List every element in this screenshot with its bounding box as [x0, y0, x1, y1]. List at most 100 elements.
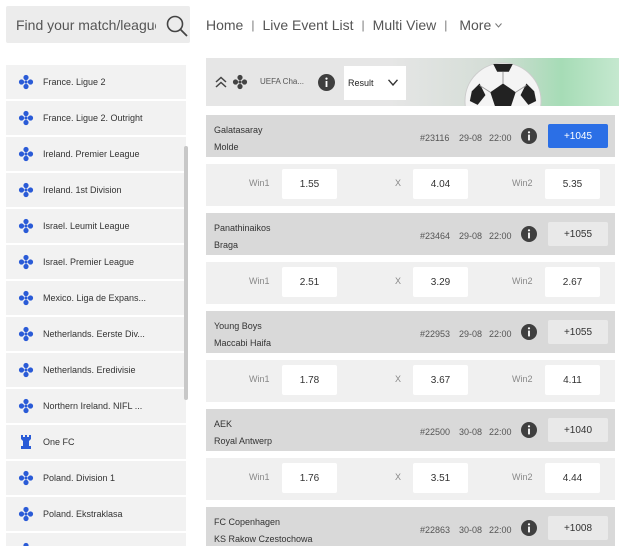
odd-win1-button[interactable]: 1.76 [282, 463, 337, 493]
odd-win2-button[interactable]: 2.67 [545, 267, 600, 297]
sidebar-item-label: Ireland. 1st Division [43, 185, 122, 195]
odds-row: Win1 1.55 X 4.04 Win2 5.35 [206, 164, 615, 206]
soccer-ball-icon [18, 398, 34, 414]
soccer-ball-icon [18, 506, 34, 522]
win2-label: Win2 [512, 178, 533, 188]
odd-draw-button[interactable]: 3.67 [413, 365, 468, 395]
soccer-ball-icon [18, 254, 34, 270]
more-markets-button[interactable]: +1040 [548, 418, 608, 442]
match-id: #23116 [420, 133, 450, 143]
win1-label: Win1 [249, 374, 270, 384]
match-header[interactable]: Galatasaray Molde #23116 29-08 22:00 +1045 [206, 115, 615, 157]
sidebar-item[interactable]: Mexico. Liga de Expans... [6, 281, 186, 315]
team-away: Maccabi Haifa [214, 338, 272, 348]
match-header[interactable]: FC Copenhagen KS Rakow Czestochowa #22863 3… [206, 507, 615, 546]
soccer-ball-icon [18, 362, 34, 378]
sidebar-item[interactable]: Ireland. 1st Division [6, 173, 186, 207]
win1-label: Win1 [249, 276, 270, 286]
info-icon[interactable] [521, 422, 537, 438]
sidebar-scrollbar[interactable] [184, 146, 188, 400]
soccer-ball-icon [18, 110, 34, 126]
sidebar-item[interactable]: Israel. Premier League [6, 245, 186, 279]
odd-draw-button[interactable]: 3.29 [413, 267, 468, 297]
win1-label: Win1 [249, 472, 270, 482]
sidebar-item[interactable]: One FC [6, 425, 186, 459]
odd-win2-button[interactable]: 5.35 [545, 169, 600, 199]
match-date: 29-08 [459, 231, 483, 241]
nav-live-event-list[interactable]: Live Event List [262, 17, 353, 33]
match-date: 30-08 [459, 427, 483, 437]
draw-label: X [395, 472, 402, 482]
match-header[interactable]: AEK Royal Antwerp #22500 30-08 22:00 +1040 [206, 409, 615, 451]
odd-win2-button[interactable]: 4.11 [545, 365, 600, 395]
match-id: #22500 [420, 427, 451, 437]
team-home: Panathinaikos [214, 223, 271, 233]
sidebar-item-label: Israel. Premier League [43, 257, 135, 267]
sidebar-item[interactable]: Netherlands. Eredivisie [6, 353, 186, 387]
match-time: 22:00 [489, 231, 512, 241]
search-icon[interactable] [166, 15, 188, 37]
match-header[interactable]: Panathinaikos Braga #23464 29-08 22:00 +1055 [206, 213, 615, 255]
odd-win2-button[interactable]: 4.44 [545, 463, 600, 493]
sidebar-item-label: Mexico. Liga de Expans... [43, 293, 147, 303]
league-header: UEFA Cha... Result [206, 58, 619, 106]
team-home: Galatasaray [214, 125, 263, 135]
sidebar-item[interactable]: Ireland. Premier League [6, 137, 186, 171]
sidebar-item[interactable]: Northern Ireland. NIFL ... [6, 389, 186, 423]
collapse-chevron-icon[interactable] [215, 76, 227, 88]
info-icon[interactable] [521, 226, 537, 242]
match-time: 22:00 [489, 329, 512, 339]
win1-label: Win1 [249, 178, 270, 188]
match-header[interactable]: Young Boys Maccabi Haifa #22953 29-08 22:00 +… [206, 311, 615, 353]
top-nav: Home | Live Event List | Multi View | Mo… [206, 16, 503, 34]
soccer-ball-icon [18, 182, 34, 198]
odd-win1-button[interactable]: 1.78 [282, 365, 337, 395]
odd-win1-button[interactable]: 2.51 [282, 267, 337, 297]
team-home: AEK [214, 419, 233, 429]
match-date: 29-08 [459, 329, 483, 339]
team-away: Molde [214, 142, 239, 152]
market-select[interactable]: Result [344, 66, 406, 100]
soccer-ball-icon [18, 290, 34, 306]
odd-draw-button[interactable]: 3.51 [413, 463, 468, 493]
more-markets-button[interactable]: +1045 [548, 124, 608, 148]
soccer-ball-icon [23, 542, 29, 546]
chevron-down-icon [388, 79, 398, 86]
sidebar-item[interactable]: Poland. Division 1 [6, 461, 186, 495]
nav-more-menu[interactable]: More [459, 17, 503, 33]
odd-draw-button[interactable]: 4.04 [413, 169, 468, 199]
sidebar-item-label: France. Ligue 2 [43, 77, 106, 87]
sidebar-item-label: France. Ligue 2. Outright [43, 113, 143, 123]
nav-home[interactable]: Home [206, 17, 243, 33]
sidebar-item[interactable]: Israel. Leumit League [6, 209, 186, 243]
odd-win1-button[interactable]: 1.55 [282, 169, 337, 199]
sidebar-item-label: Netherlands. Eredivisie [43, 365, 136, 375]
info-icon[interactable] [318, 74, 335, 91]
info-icon[interactable] [521, 128, 537, 144]
soccer-ball-icon [18, 218, 34, 234]
sidebar-item[interactable] [6, 533, 186, 546]
soccer-ball-icon [232, 74, 248, 90]
sidebar-item[interactable]: France. Ligue 2. Outright [6, 101, 186, 135]
sidebar-item-label: Poland. Ekstraklasa [43, 509, 123, 519]
more-markets-button[interactable]: +1008 [548, 516, 608, 540]
nav-multi-view[interactable]: Multi View [373, 17, 437, 33]
soccer-ball-icon [18, 146, 34, 162]
sidebar-item[interactable]: Netherlands. Eerste Div... [6, 317, 186, 351]
soccer-ball-icon [18, 470, 34, 486]
info-icon[interactable] [521, 324, 537, 340]
nav-separator: | [444, 18, 448, 32]
chevron-down-icon [495, 22, 503, 28]
sidebar-item[interactable]: France. Ligue 2 [6, 65, 186, 99]
more-markets-button[interactable]: +1055 [548, 222, 608, 246]
nav-more-label: More [459, 17, 492, 33]
tower-icon [21, 435, 31, 449]
sidebar-item-label: Ireland. Premier League [43, 149, 140, 159]
search-box[interactable] [6, 6, 190, 43]
match-id: #22863 [420, 525, 451, 535]
team-away: Braga [214, 240, 239, 250]
sidebar-item[interactable]: Poland. Ekstraklasa [6, 497, 186, 531]
info-icon[interactable] [521, 520, 537, 536]
search-input[interactable] [6, 6, 156, 43]
more-markets-button[interactable]: +1055 [548, 320, 608, 344]
